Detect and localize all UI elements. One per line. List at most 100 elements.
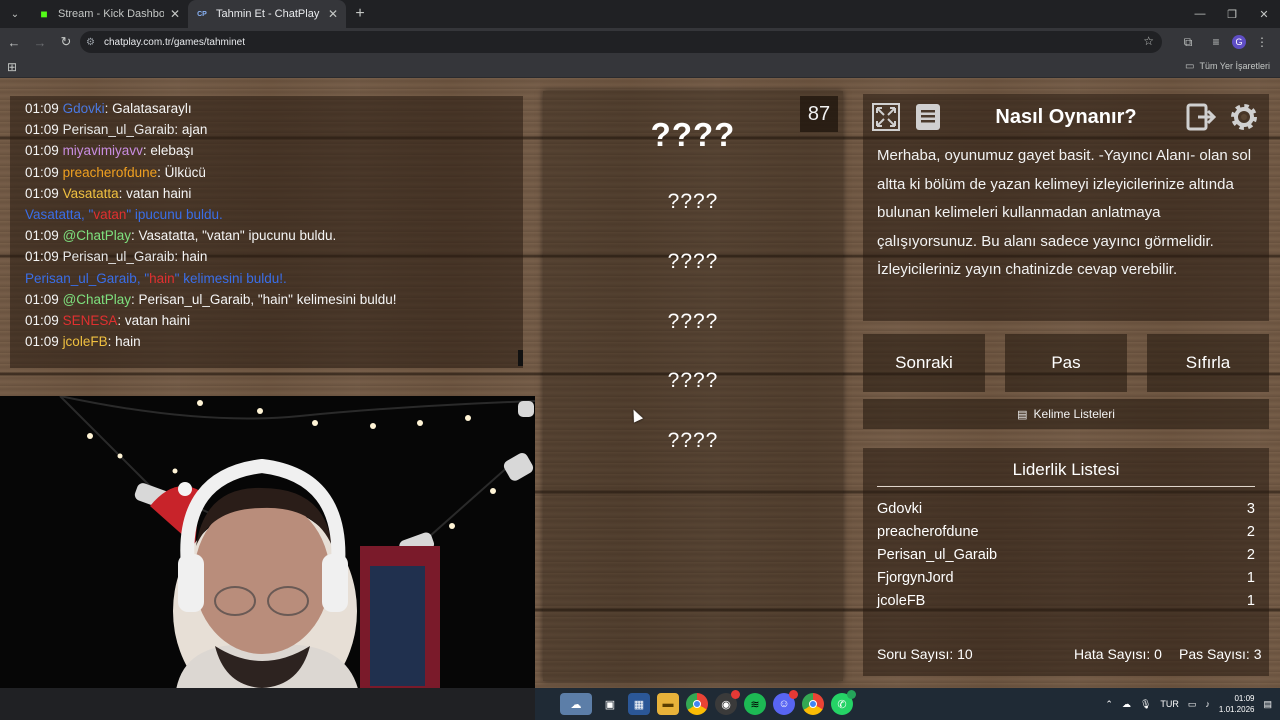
chat-time: 01:09 (25, 228, 59, 244)
microphone-icon[interactable]: 🎙 (1140, 699, 1151, 710)
chrome-profile-icon[interactable] (802, 693, 824, 715)
minimize-icon[interactable]: — (1184, 0, 1216, 28)
notice-text: Vasatatta, " (25, 207, 94, 223)
chatplay-icon: CP (197, 10, 207, 18)
leaderboard-row: Gdovki 3 (877, 501, 1255, 517)
question-count: Soru Sayısı: 10 (877, 646, 973, 662)
chat-username[interactable]: Perisan_ul_Garaib (63, 249, 175, 264)
reload-icon[interactable]: ↻ (54, 30, 78, 54)
chat-time: 01:09 (25, 291, 59, 307)
back-icon[interactable]: ← (2, 30, 26, 54)
chevron-up-icon[interactable]: ⌃ (1105, 699, 1113, 710)
next-button[interactable]: Sonraki (863, 334, 985, 392)
chat-text: : hain (174, 249, 208, 265)
webcam-image (0, 396, 535, 688)
bookmark-star-icon[interactable]: ☆ (1143, 34, 1154, 48)
chat-username[interactable]: @ChatPlay (63, 228, 131, 243)
chat-username[interactable]: @ChatPlay (63, 292, 131, 307)
spotify-icon[interactable]: ≋ (744, 693, 766, 715)
close-tab-icon[interactable]: ✕ (328, 7, 338, 21)
player-name: preacherofdune (877, 524, 979, 540)
discord-icon[interactable]: ☺ (773, 690, 798, 715)
url-input[interactable]: ⚙ chatplay.com.tr/games/tahminet ☆ (80, 31, 1162, 53)
close-tab-icon[interactable]: ✕ (170, 7, 180, 21)
reset-button[interactable]: Sıfırla (1147, 334, 1269, 392)
menu-icon[interactable]: ⋮ (1250, 30, 1274, 54)
apps-grid-icon[interactable]: ⊞ (7, 60, 17, 74)
forward-icon[interactable]: → (28, 30, 52, 54)
chat-message: 01:09 jcoleFB: hain (25, 331, 523, 352)
game-stats: Soru Sayısı: 10 Hata Sayısı: 0 Pas Sayıs… (863, 646, 1269, 666)
folder-icon: ▭ (1185, 61, 1195, 72)
forbidden-word: ???? (667, 429, 719, 452)
files-icon[interactable]: ▬ (657, 693, 679, 715)
volume-icon[interactable]: ♪ (1205, 699, 1210, 709)
leaderboard-row: FjorgynJord 1 (877, 570, 1255, 586)
network-icon[interactable]: ▭ (1188, 699, 1197, 710)
language-indicator[interactable]: TUR (1160, 699, 1179, 709)
tab-search-button[interactable]: ⌄ (4, 3, 26, 25)
forbidden-word: ???? (667, 310, 719, 333)
tab-kick-dashboard[interactable]: ■ Stream - Kick Dashboard ✕ (30, 0, 188, 28)
obs-icon[interactable]: ◉ (715, 690, 740, 715)
notice-text: " kelimesini buldu!. (174, 270, 287, 286)
exit-icon[interactable] (1185, 100, 1219, 134)
all-bookmarks-button[interactable]: ▭ Tüm Yer İşaretleri (1185, 61, 1270, 72)
chrome-icon[interactable] (686, 693, 708, 715)
chat-message: 01:09 miyavimiyavv: elebaşı (25, 140, 523, 161)
new-tab-button[interactable]: + (346, 0, 374, 28)
tab-chatplay[interactable]: CP Tahmin Et - ChatPlay ✕ (188, 0, 346, 28)
tab-strip: ⌄ ■ Stream - Kick Dashboard ✕ CP Tahmin … (0, 0, 1280, 28)
kick-icon: ■ (40, 7, 48, 21)
extensions-icon[interactable]: ⧉ (1176, 30, 1200, 54)
task-view-icon[interactable]: ▣ (599, 693, 621, 715)
tab-title: Tahmin Et - ChatPlay (216, 8, 320, 20)
chat-username[interactable]: miyavimiyavv (63, 143, 143, 158)
notebook-icon: ▤ (1017, 408, 1028, 421)
notice-keyword: hain (149, 270, 175, 286)
chat-time: 01:09 (25, 313, 59, 329)
restore-icon[interactable]: ❐ (1216, 0, 1248, 28)
media-icon[interactable]: ≡ (1204, 30, 1228, 54)
pass-button[interactable]: Pas (1005, 334, 1127, 392)
url-text: chatplay.com.tr/games/tahminet (104, 36, 245, 48)
store-icon[interactable]: ▦ (628, 693, 650, 715)
player-name: Gdovki (877, 501, 923, 517)
chat-username[interactable]: preacherofdune (63, 165, 158, 180)
notification-badge (789, 690, 798, 699)
chat-message: 01:09 Gdovki: Galatasaraylı (25, 98, 523, 119)
player-score: 2 (1246, 547, 1255, 563)
chat-message: 01:09 Vasatatta: vatan haini (25, 183, 523, 204)
clock[interactable]: 01:09 1.01.2026 (1219, 693, 1255, 715)
weather-icon[interactable]: ☁ (560, 693, 592, 715)
close-window-icon[interactable]: ✕ (1248, 0, 1280, 28)
chat-time: 01:09 (25, 334, 59, 350)
cloud-icon[interactable]: ☁ (1122, 699, 1131, 710)
chat-text: : Galatasaraylı (104, 101, 192, 116)
player-score: 2 (1246, 524, 1255, 540)
chat-time: 01:09 (25, 185, 59, 201)
chat-username[interactable]: Vasatatta (63, 186, 119, 201)
chat-time: 01:09 (25, 101, 59, 116)
chat-message: 01:09 preacherofdune: Ülkücü (25, 162, 523, 183)
gear-icon[interactable] (1227, 100, 1261, 134)
site-info-icon[interactable]: ⚙ (86, 37, 100, 48)
whatsapp-icon[interactable]: ✆ (831, 690, 856, 715)
player-name: Perisan_ul_Garaib (877, 547, 998, 563)
chat-text: : vatan haini (117, 313, 191, 329)
profile-avatar[interactable]: G (1232, 35, 1246, 49)
chat-message: 01:09 @ChatPlay: Perisan_ul_Garaib, "hai… (25, 289, 523, 310)
chat-username[interactable]: Perisan_ul_Garaib (63, 122, 175, 137)
pass-count: Pas Sayısı: 3 (1179, 646, 1262, 662)
notifications-icon[interactable]: ▤ (1263, 699, 1272, 710)
chat-messages: 01:09 Gdovki: Galatasaraylı 01:09 Perisan… (25, 98, 523, 352)
word-lists-button[interactable]: ▤ Kelime Listeleri (863, 399, 1269, 429)
chat-username[interactable]: Gdovki (63, 101, 105, 116)
main-word: ???? (650, 116, 736, 153)
chat-message: 01:09 Perisan_ul_Garaib: ajan (25, 119, 523, 140)
how-to-play-panel: Nasıl Oynanır? Merhaba, oyunumuz gayet b… (863, 94, 1269, 321)
chat-username[interactable]: SENESA (63, 313, 118, 328)
chat-username[interactable]: jcoleFB (63, 334, 108, 349)
chat-scrollbar[interactable] (518, 350, 523, 366)
chat-notice: Vasatatta, "vatan" ipucunu buldu. (25, 204, 523, 225)
